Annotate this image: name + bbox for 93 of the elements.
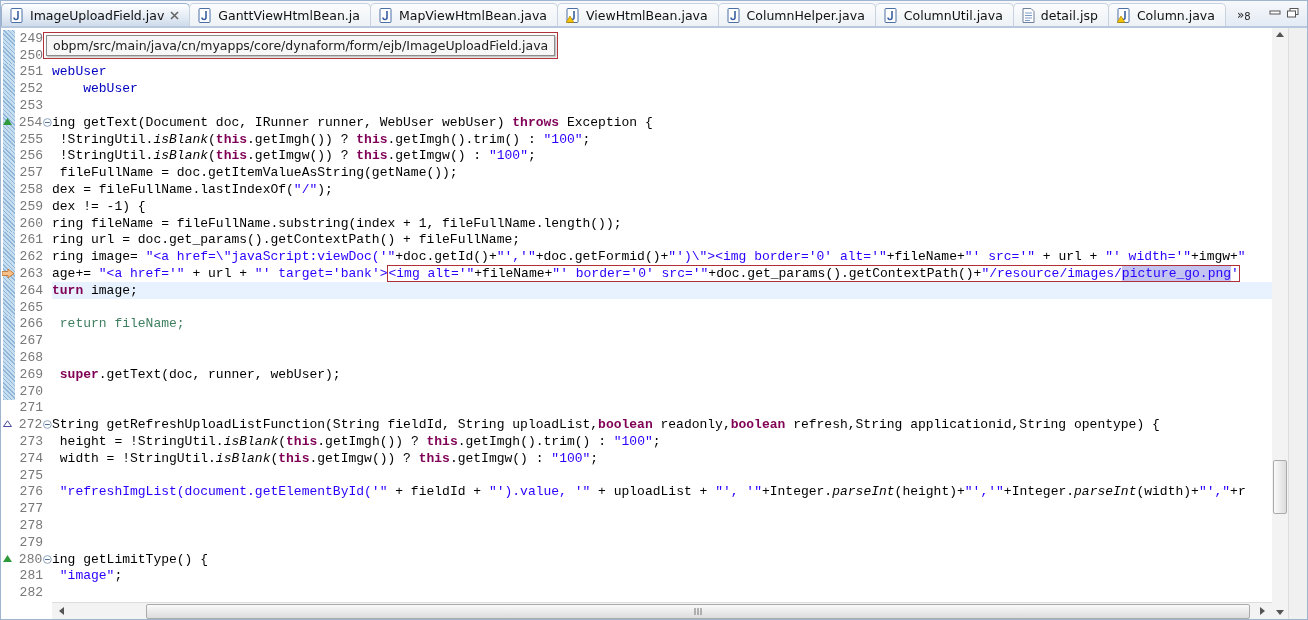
line-number: 252: [18, 81, 43, 97]
editor-tab[interactable]: MapViewHtmlBean.java: [369, 3, 558, 26]
document-icon: [1021, 7, 1035, 23]
editor-tab[interactable]: ViewHtmlBean.java: [556, 3, 719, 26]
code-line: super.getText(doc, runner, webUser);: [58, 365, 341, 383]
tooltip: obpm/src/main/java/cn/myapps/core/dynaform/form/ejb/ImageUploadField.java: [43, 32, 559, 59]
scroll-up-icon[interactable]: [1275, 30, 1285, 38]
editor-tab[interactable]: ImageUploadField.jav: [1, 3, 191, 26]
tab-label: ViewHtmlBean.java: [585, 7, 708, 23]
code-line: fileFullName = doc.getItemValueAsString(getName());: [58, 164, 458, 182]
code-line: "refreshImgList(document.getElementById('" + fieldId + "').value, '" + uploadList + "', '"+Integer.parseInt(height)+"','"+Integer.parseInt(width)+"',"+r: [58, 483, 1246, 501]
line-number: 280: [17, 551, 43, 567]
java-file-icon: [10, 7, 24, 23]
line-number: 264: [18, 282, 43, 298]
line-number: 271: [18, 400, 43, 416]
line-number: 279: [18, 534, 43, 550]
line-number: 256: [18, 148, 43, 164]
editor-tab[interactable]: GanttViewHtmlBean.ja: [189, 3, 371, 26]
line-number: 281: [18, 568, 43, 584]
tab-label: Column.java: [1136, 7, 1215, 23]
code-line: webUser: [82, 80, 138, 98]
line-number: 272: [17, 417, 43, 433]
editor-tab[interactable]: detail.jsp: [1012, 3, 1109, 26]
code-line: webUser: [52, 63, 107, 81]
java-file-warning-icon: [1116, 7, 1131, 23]
tab-label: ColumnUtil.java: [903, 7, 1003, 23]
tab-label: ImageUploadField.jav: [30, 7, 165, 23]
editor-tab[interactable]: ColumnHelper.java: [717, 3, 876, 26]
grip-icon[interactable]: [694, 607, 702, 615]
editor-tab[interactable]: ColumnUtil.java: [874, 3, 1014, 26]
line-number: 251: [18, 64, 43, 80]
line-number: 259: [18, 198, 43, 214]
override-triangle-icon: [3, 554, 12, 562]
line-number: 267: [18, 333, 43, 349]
line-number: 249: [18, 30, 43, 46]
code-line: ing getText(Document doc, IRunner runner, WebUser webUser) throws Exception {: [52, 114, 653, 131]
line-number: 265: [18, 299, 43, 315]
line-number: 258: [18, 182, 43, 198]
tab-label: GanttViewHtmlBean.ja: [218, 7, 360, 23]
tab-label: detail.jsp: [1040, 7, 1098, 23]
code-line: ring fileName = fileFullName.substring(index + 1, fileFullName.length());: [52, 214, 622, 232]
line-number: 250: [18, 47, 43, 63]
maximize-icon[interactable]: [1287, 8, 1299, 18]
line-number: 273: [18, 434, 43, 449]
line-number: 260: [18, 215, 43, 231]
java-file-icon: [883, 7, 898, 23]
tab-label: MapViewHtmlBean.java: [398, 7, 547, 23]
editor-tab[interactable]: Column.java: [1107, 3, 1226, 26]
line-number: 276: [18, 484, 43, 500]
code-line: return fileName;: [58, 315, 185, 333]
line-number: 277: [18, 501, 43, 517]
scrollbar-thumb[interactable]: [1273, 460, 1287, 514]
line-number: 262: [18, 249, 43, 265]
line-number: 278: [18, 518, 43, 533]
code-line: dex != -1) {: [52, 197, 146, 215]
arrow-icon: [2, 269, 14, 279]
java-file-icon: [726, 7, 741, 23]
line-number: 266: [18, 316, 43, 332]
code-line: !StringUtil.isBlank(this.getImgw()) ? this.getImgw() : "100";: [58, 147, 536, 165]
line-number: 261: [18, 232, 43, 248]
code-line: dex = fileFullName.lastIndexOf("/");: [52, 181, 333, 198]
line-number: 254: [17, 114, 43, 130]
code-line: height = !StringUtil.isBlank(this.getImgh()) ? this.getImgh().trim() : "100";: [58, 433, 661, 450]
line-number: 270: [18, 383, 43, 399]
line-number: 282: [18, 585, 43, 601]
java-file-warning-icon: [565, 7, 580, 23]
code-line: ring url = doc.get_params().getContextPath() + fileFullName;: [52, 231, 521, 249]
line-number: 268: [18, 350, 43, 366]
collapse-icon[interactable]: [43, 554, 52, 564]
code-line: width = !StringUtil.isBlank(this.getImgw()) ? this.getImgw() : "100";: [58, 449, 599, 467]
code-line: turn image;: [52, 281, 138, 299]
line-number: 269: [18, 366, 43, 382]
override-triangle-icon: [3, 118, 12, 125]
java-file-icon: [198, 7, 213, 23]
close-icon[interactable]: [170, 10, 180, 20]
minimize-icon[interactable]: [1269, 8, 1281, 18]
line-number: 255: [18, 131, 43, 147]
code-line: String getRefreshUploadListFunction(String fieldId, String uploadList,boolean readonly,boolean refresh,String applicationid,String opentype) {: [52, 416, 1160, 434]
vertical-scrollbar[interactable]: [1272, 28, 1288, 619]
line-number: 263: [18, 266, 43, 282]
line-number: 274: [18, 450, 43, 466]
line-number: 253: [18, 98, 43, 114]
line-number: 275: [18, 467, 43, 483]
code-line: "image";: [58, 567, 123, 585]
tab-label: ColumnHelper.java: [746, 7, 865, 23]
scroll-down-icon[interactable]: [1275, 609, 1285, 617]
code-line: ring image= "<a href=\"javaScript:viewDoc('"+doc.getId()+"','"+doc.getFormid()+"')\"><img border='0' alt='"+fileName+"' src='" + url + "' width='"+imgw+": [52, 248, 1246, 266]
line-number: 257: [18, 165, 43, 181]
collapse-icon[interactable]: [43, 420, 52, 430]
code-line: ing getLimitType() {: [52, 550, 209, 568]
code-line: !StringUtil.isBlank(this.getImgh()) ? this.getImgh().trim() : "100";: [58, 130, 591, 148]
java-file-icon: [378, 7, 393, 23]
collapse-icon[interactable]: [43, 117, 52, 127]
